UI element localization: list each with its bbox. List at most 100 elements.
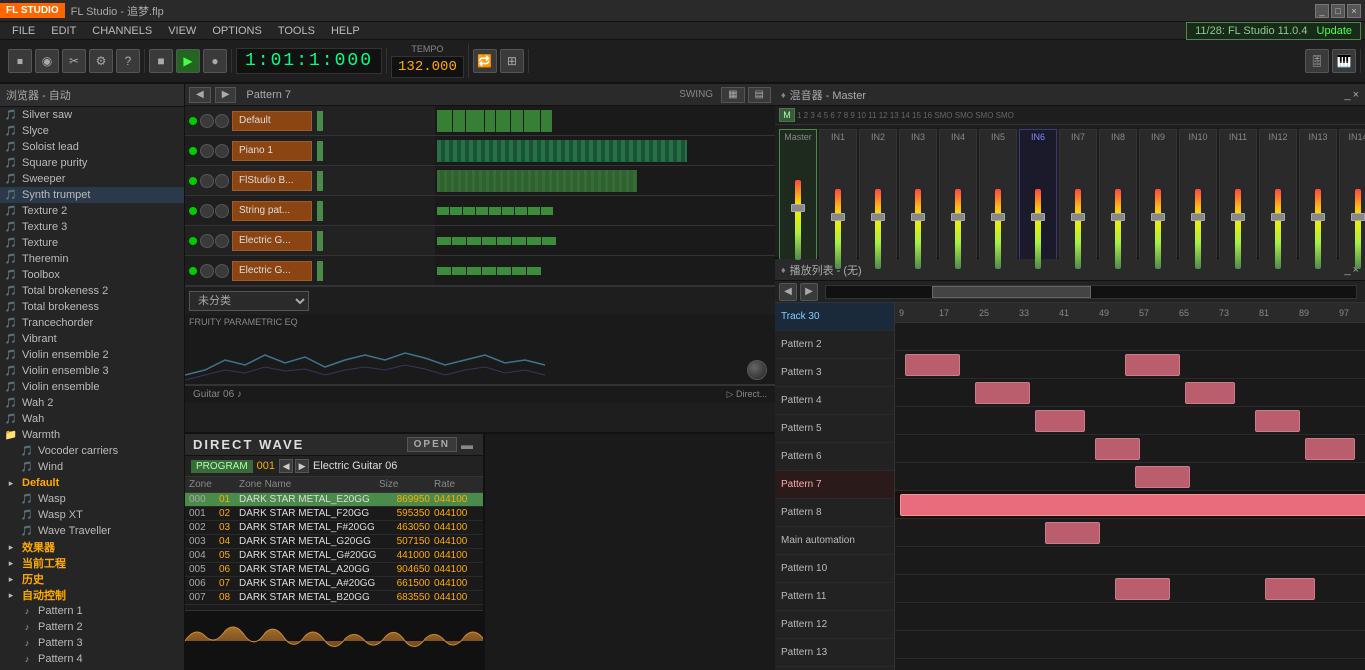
track-name-button[interactable]: Electric G... bbox=[232, 231, 312, 251]
sidebar-item-slyce[interactable]: 🎵Slyce bbox=[0, 123, 184, 139]
ch10-fader-knob[interactable] bbox=[1191, 213, 1205, 221]
tool-btn-4[interactable]: ⚙ bbox=[89, 49, 113, 73]
track-pattern-area[interactable] bbox=[435, 226, 775, 255]
sidebar-item-[interactable]: ▸当前工程 bbox=[0, 555, 184, 571]
snap-button[interactable]: ⊞ bbox=[500, 49, 524, 73]
zone-table[interactable]: Zone Zone Name Size Rate 000 01 DARK STA… bbox=[185, 477, 483, 610]
ch11-fader[interactable] bbox=[1235, 189, 1241, 269]
time-display[interactable]: 1:01:1:000 bbox=[236, 48, 382, 74]
zone-row-7[interactable]: 007 08 DARK STAR METAL_B20GG 683550 0441… bbox=[185, 591, 483, 605]
sidebar-item-total-brokeness[interactable]: 🎵Total brokeness bbox=[0, 299, 184, 315]
playlist-row-pattern5[interactable] bbox=[895, 435, 1365, 463]
playlist-row-pattern3[interactable] bbox=[895, 379, 1365, 407]
sidebar-item-wind[interactable]: 🎵Wind bbox=[0, 459, 184, 475]
tool-btn-2[interactable]: ◉ bbox=[35, 49, 59, 73]
menu-file[interactable]: FILE bbox=[4, 22, 43, 39]
ch3-fader[interactable] bbox=[915, 189, 921, 269]
zone-row-6[interactable]: 006 07 DARK STAR METAL_A#20GG 661500 044… bbox=[185, 577, 483, 591]
track-name-button[interactable]: Default bbox=[232, 111, 312, 131]
piano-roll-button[interactable]: 🎹 bbox=[1332, 49, 1356, 73]
playlist-track-pattern13[interactable]: Pattern 13 bbox=[775, 639, 894, 667]
playlist-row-pattern12[interactable] bbox=[895, 631, 1365, 659]
sidebar-item-sweeper[interactable]: 🎵Sweeper bbox=[0, 171, 184, 187]
zone-row-4[interactable]: 004 05 DARK STAR METAL_G#20GG 441000 044… bbox=[185, 549, 483, 563]
sidebar-item-square-purity[interactable]: 🎵Square purity bbox=[0, 155, 184, 171]
playlist-row-pattern7[interactable] bbox=[895, 491, 1365, 519]
zone-row-2[interactable]: 002 03 DARK STAR METAL_F#20GG 463050 044… bbox=[185, 521, 483, 535]
ch13-fader[interactable] bbox=[1315, 189, 1321, 269]
sidebar-item-pattern-3[interactable]: ♪Pattern 3 bbox=[0, 635, 184, 651]
track-solo-btn[interactable] bbox=[215, 114, 229, 128]
ch11-fader-knob[interactable] bbox=[1231, 213, 1245, 221]
sidebar-item-trancechorder[interactable]: 🎵Trancechorder bbox=[0, 315, 184, 331]
view-btn-2[interactable]: ▤ bbox=[748, 87, 771, 103]
ch14-fader[interactable] bbox=[1355, 189, 1361, 269]
track-pattern-area[interactable] bbox=[435, 166, 775, 195]
close-button[interactable]: × bbox=[1347, 4, 1361, 18]
menu-options[interactable]: OPTIONS bbox=[204, 22, 270, 39]
playlist-row-main-automation[interactable] bbox=[895, 547, 1365, 575]
sidebar-item-wasp-xt[interactable]: 🎵Wasp XT bbox=[0, 507, 184, 523]
playlist-track-pattern5[interactable]: Pattern 5 bbox=[775, 415, 894, 443]
category-dropdown[interactable]: 未分类 bbox=[189, 291, 309, 311]
playlist-row-pattern11[interactable] bbox=[895, 603, 1365, 631]
ch10-fader[interactable] bbox=[1195, 189, 1201, 269]
track-pattern-area[interactable] bbox=[435, 106, 775, 135]
track-name-button[interactable]: Electric G... bbox=[232, 261, 312, 281]
playlist-track-pattern8[interactable]: Pattern 8 bbox=[775, 499, 894, 527]
track-led[interactable] bbox=[189, 177, 197, 185]
pattern-nav-prev[interactable]: ◀ bbox=[189, 87, 211, 103]
dw-close-icon[interactable]: ▬ bbox=[461, 438, 475, 452]
track-led[interactable] bbox=[189, 267, 197, 275]
sidebar-content[interactable]: 🎵Silver saw🎵Slyce🎵Soloist lead🎵Square pu… bbox=[0, 107, 184, 670]
prog-next-btn[interactable]: ▶ bbox=[295, 459, 309, 473]
track-led[interactable] bbox=[189, 147, 197, 155]
playlist-track-pattern4[interactable]: Pattern 4 bbox=[775, 387, 894, 415]
ch9-fader-knob[interactable] bbox=[1151, 213, 1165, 221]
playlist-minimize[interactable]: _ bbox=[1344, 264, 1350, 276]
playlist-row-track30[interactable] bbox=[895, 323, 1365, 351]
sidebar-item-wah-2[interactable]: 🎵Wah 2 bbox=[0, 395, 184, 411]
sidebar-item-violin-ensemble-2[interactable]: 🎵Violin ensemble 2 bbox=[0, 347, 184, 363]
playlist-row-pattern13[interactable] bbox=[895, 659, 1365, 670]
playlist-track-pattern3[interactable]: Pattern 3 bbox=[775, 359, 894, 387]
track-mute-btn[interactable] bbox=[200, 144, 214, 158]
ch12-fader-knob[interactable] bbox=[1271, 213, 1285, 221]
play-button[interactable]: ▶ bbox=[176, 49, 200, 73]
ch12-fader[interactable] bbox=[1275, 189, 1281, 269]
master-btn[interactable]: M bbox=[779, 108, 795, 122]
ch1-fader-knob[interactable] bbox=[831, 213, 845, 221]
sidebar-item-vocoder-carriers[interactable]: 🎵Vocoder carriers bbox=[0, 443, 184, 459]
track-name-button[interactable]: String pat... bbox=[232, 201, 312, 221]
sidebar-item-soloist-lead[interactable]: 🎵Soloist lead bbox=[0, 139, 184, 155]
menu-help[interactable]: HELP bbox=[323, 22, 368, 39]
prog-prev-btn[interactable]: ◀ bbox=[279, 459, 293, 473]
zone-row-3[interactable]: 003 04 DARK STAR METAL_G20GG 507150 0441… bbox=[185, 535, 483, 549]
pattern-nav-next[interactable]: ▶ bbox=[215, 87, 237, 103]
tool-btn-3[interactable]: ✂ bbox=[62, 49, 86, 73]
master-fader[interactable] bbox=[795, 180, 801, 260]
track-pattern-area[interactable] bbox=[435, 136, 775, 165]
sidebar-item-toolbox[interactable]: 🎵Toolbox bbox=[0, 267, 184, 283]
sidebar-item-vibrant[interactable]: 🎵Vibrant bbox=[0, 331, 184, 347]
open-button[interactable]: OPEN bbox=[407, 437, 457, 452]
zone-row-1[interactable]: 001 02 DARK STAR METAL_F20GG 595350 0441… bbox=[185, 507, 483, 521]
ch8-fader-knob[interactable] bbox=[1111, 213, 1125, 221]
loop-button[interactable]: 🔁 bbox=[473, 49, 497, 73]
track-mute-btn[interactable] bbox=[200, 114, 214, 128]
playlist-track-30[interactable]: Track 30 bbox=[775, 303, 894, 331]
pl-next-btn[interactable]: ▶ bbox=[800, 283, 818, 301]
sidebar-item-wah[interactable]: 🎵Wah bbox=[0, 411, 184, 427]
ch2-fader-knob[interactable] bbox=[871, 213, 885, 221]
sidebar-item-silver-saw[interactable]: 🎵Silver saw bbox=[0, 107, 184, 123]
ch6-fader[interactable] bbox=[1035, 189, 1041, 269]
ch14-fader-knob[interactable] bbox=[1351, 213, 1365, 221]
playlist-row-pattern2[interactable] bbox=[895, 351, 1365, 379]
playlist-row-pattern6[interactable] bbox=[895, 463, 1365, 491]
track-pattern-area[interactable] bbox=[435, 196, 775, 225]
ch6-fader-knob[interactable] bbox=[1031, 213, 1045, 221]
playlist-row-pattern8[interactable] bbox=[895, 519, 1365, 547]
ch2-fader[interactable] bbox=[875, 189, 881, 269]
sidebar-item-pattern-4[interactable]: ♪Pattern 4 bbox=[0, 651, 184, 667]
ch3-fader-knob[interactable] bbox=[911, 213, 925, 221]
